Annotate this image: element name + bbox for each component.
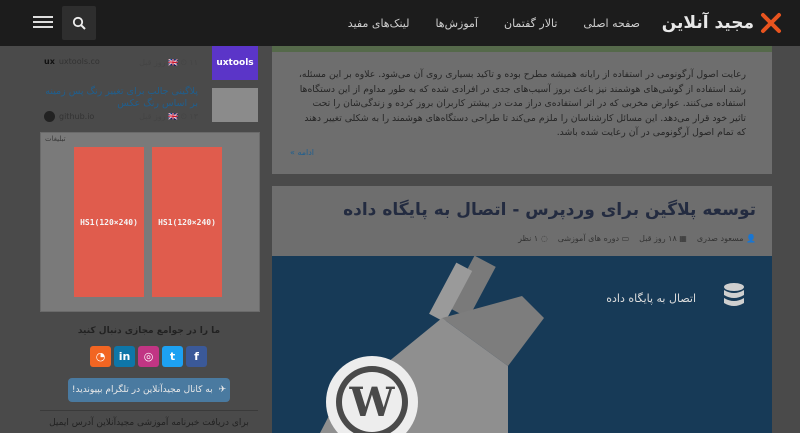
site-logo[interactable]: مجید آنلاین	[662, 8, 782, 38]
nav-forum[interactable]: تالار گفتمان	[504, 17, 557, 30]
item-meta: 🇬🇧 ⏲ ۱۱ روز قبل	[139, 58, 198, 67]
svg-text:W: W	[349, 379, 396, 426]
folder-icon: ▭	[621, 234, 630, 243]
item-source: ux uxtools.co	[44, 57, 100, 66]
newsletter-text: برای دریافت خبرنامه آموزشی مجیدآنلاین آد…	[49, 418, 249, 428]
calendar-icon: ▦	[679, 234, 687, 243]
nav-home[interactable]: صفحه اصلی	[583, 17, 640, 30]
comment-icon: ◌	[540, 234, 548, 243]
sidebar: uxtools 🇬🇧 ⏲ ۱۱ روز قبل ux uxtools.co پلا…	[40, 46, 260, 433]
github-icon	[44, 111, 55, 122]
facebook-icon[interactable]: f	[186, 346, 207, 367]
linkedin-icon[interactable]: in	[114, 346, 135, 367]
comment-count[interactable]: ◌ ۱ نظر	[518, 234, 548, 243]
nav-tutorials[interactable]: آموزش‌ها	[435, 17, 478, 30]
post-excerpt: رعایت اصول آرگونومی در استفاده از رایانه…	[298, 69, 746, 139]
ad-banner[interactable]: HS1(120×240)	[152, 147, 222, 297]
telegram-join-button[interactable]: ✈ به کانال مجیدآنلاین در تلگرام بپیوندید…	[68, 378, 230, 402]
post-category[interactable]: ▭ دوره های آموزشی	[558, 234, 629, 243]
telegram-icon: ✈	[218, 385, 227, 395]
follow-us-title: ما را در جوامع مجازی دنبال کنید	[77, 326, 221, 336]
post-title[interactable]: توسعه پلاگین برای وردپرس - اتصال به پایگ…	[343, 200, 756, 220]
thumbnail[interactable]	[212, 88, 258, 122]
nav-useful-links[interactable]: لینک‌های مفید	[348, 17, 410, 30]
source-logo-icon: ux	[44, 57, 55, 66]
read-more-link[interactable]: ادامه »	[290, 148, 314, 157]
plug-illustration-icon: W	[320, 256, 544, 433]
item-meta: 🇬🇧 ⏲ ۱۳ روز قبل	[139, 112, 198, 121]
item-title[interactable]: پلاگینی جالب برای تغییر رنگ پس زمینه بر …	[40, 86, 198, 110]
ads-box: تبلیغات HS1(120×240) HS1(120×240)	[40, 132, 260, 312]
top-navbar: مجید آنلاین صفحه اصلی تالار گفتمان آموزش…	[0, 0, 800, 46]
card-accent-strip	[272, 46, 772, 52]
divider	[40, 410, 258, 411]
logo-x-icon	[761, 13, 781, 33]
hamburger-menu-icon[interactable]	[33, 13, 53, 33]
instagram-icon[interactable]: ◎	[138, 346, 159, 367]
previous-post-card: رعایت اصول آرگونومی در استفاده از رایانه…	[272, 46, 772, 174]
ads-label: تبلیغات	[45, 135, 66, 143]
ad-banner[interactable]: HS1(120×240)	[74, 147, 144, 297]
rss-icon[interactable]: ◔	[90, 346, 111, 367]
thumbnail[interactable]: uxtools	[212, 46, 258, 80]
search-button[interactable]	[62, 6, 96, 40]
post-date: ▦ ۱۸ روز قبل	[639, 234, 687, 243]
post-hero-image[interactable]: اتصال به پایگاه داده W	[272, 256, 772, 433]
social-icons: ◔ in ◎ t f	[90, 346, 207, 367]
search-icon	[72, 16, 86, 30]
twitter-icon[interactable]: t	[162, 346, 183, 367]
item-source: github.io	[44, 111, 94, 122]
post-meta: 👤 مسعود صدری ▦ ۱۸ روز قبل ▭ دوره های آمو…	[518, 234, 756, 243]
main-nav: صفحه اصلی تالار گفتمان آموزش‌ها لینک‌های…	[348, 0, 640, 46]
post-card: توسعه پلاگین برای وردپرس - اتصال به پایگ…	[272, 186, 772, 433]
user-icon: 👤	[746, 234, 756, 243]
sidebar-link-item[interactable]: uxtools 🇬🇧 ⏲ ۱۱ روز قبل ux uxtools.co	[40, 46, 258, 84]
sidebar-link-item[interactable]: پلاگینی جالب برای تغییر رنگ پس زمینه بر …	[40, 86, 258, 126]
author[interactable]: 👤 مسعود صدری	[697, 234, 756, 243]
logo-text: مجید آنلاین	[661, 13, 755, 33]
